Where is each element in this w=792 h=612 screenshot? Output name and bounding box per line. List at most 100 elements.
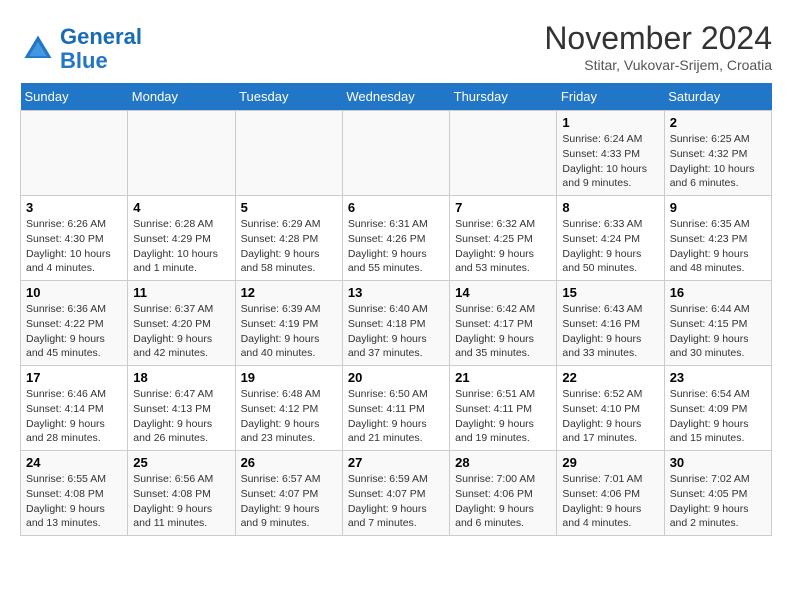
day-number: 18: [133, 370, 229, 385]
cell-info: Sunrise: 6:32 AM Sunset: 4:25 PM Dayligh…: [455, 217, 551, 276]
cell-info: Sunrise: 6:50 AM Sunset: 4:11 PM Dayligh…: [348, 387, 444, 446]
logo: General Blue: [20, 25, 142, 73]
cell-info: Sunrise: 6:51 AM Sunset: 4:11 PM Dayligh…: [455, 387, 551, 446]
calendar-cell: 10 Sunrise: 6:36 AM Sunset: 4:22 PM Dayli…: [21, 281, 128, 366]
cell-info: Sunrise: 6:33 AM Sunset: 4:24 PM Dayligh…: [562, 217, 658, 276]
cell-info: Sunrise: 6:35 AM Sunset: 4:23 PM Dayligh…: [670, 217, 766, 276]
calendar-cell: 3 Sunrise: 6:26 AM Sunset: 4:30 PM Daylig…: [21, 196, 128, 281]
calendar-cell: 18 Sunrise: 6:47 AM Sunset: 4:13 PM Dayli…: [128, 366, 235, 451]
page-header: General Blue November 2024 Stitar, Vukov…: [20, 20, 772, 73]
cell-info: Sunrise: 6:56 AM Sunset: 4:08 PM Dayligh…: [133, 472, 229, 531]
location-subtitle: Stitar, Vukovar-Srijem, Croatia: [544, 57, 772, 73]
cell-info: Sunrise: 6:48 AM Sunset: 4:12 PM Dayligh…: [241, 387, 337, 446]
cell-info: Sunrise: 6:57 AM Sunset: 4:07 PM Dayligh…: [241, 472, 337, 531]
day-number: 11: [133, 285, 229, 300]
calendar-cell: 29 Sunrise: 7:01 AM Sunset: 4:06 PM Dayli…: [557, 451, 664, 536]
weekday-header: Sunday: [21, 83, 128, 111]
cell-info: Sunrise: 6:24 AM Sunset: 4:33 PM Dayligh…: [562, 132, 658, 191]
calendar-cell: 23 Sunrise: 6:54 AM Sunset: 4:09 PM Dayli…: [664, 366, 771, 451]
cell-info: Sunrise: 6:28 AM Sunset: 4:29 PM Dayligh…: [133, 217, 229, 276]
weekday-header: Monday: [128, 83, 235, 111]
cell-info: Sunrise: 6:52 AM Sunset: 4:10 PM Dayligh…: [562, 387, 658, 446]
calendar-cell: 20 Sunrise: 6:50 AM Sunset: 4:11 PM Dayli…: [342, 366, 449, 451]
weekday-header: Wednesday: [342, 83, 449, 111]
calendar-cell: 26 Sunrise: 6:57 AM Sunset: 4:07 PM Dayli…: [235, 451, 342, 536]
day-number: 6: [348, 200, 444, 215]
calendar-table: SundayMondayTuesdayWednesdayThursdayFrid…: [20, 83, 772, 536]
calendar-week-row: 10 Sunrise: 6:36 AM Sunset: 4:22 PM Dayli…: [21, 281, 772, 366]
calendar-cell: 28 Sunrise: 7:00 AM Sunset: 4:06 PM Dayli…: [450, 451, 557, 536]
cell-info: Sunrise: 6:55 AM Sunset: 4:08 PM Dayligh…: [26, 472, 122, 531]
day-number: 25: [133, 455, 229, 470]
day-number: 3: [26, 200, 122, 215]
calendar-cell: [342, 111, 449, 196]
cell-info: Sunrise: 6:36 AM Sunset: 4:22 PM Dayligh…: [26, 302, 122, 361]
day-number: 21: [455, 370, 551, 385]
day-number: 14: [455, 285, 551, 300]
day-number: 23: [670, 370, 766, 385]
cell-info: Sunrise: 6:43 AM Sunset: 4:16 PM Dayligh…: [562, 302, 658, 361]
cell-info: Sunrise: 7:00 AM Sunset: 4:06 PM Dayligh…: [455, 472, 551, 531]
calendar-cell: 16 Sunrise: 6:44 AM Sunset: 4:15 PM Dayli…: [664, 281, 771, 366]
month-title: November 2024: [544, 20, 772, 57]
cell-info: Sunrise: 6:29 AM Sunset: 4:28 PM Dayligh…: [241, 217, 337, 276]
day-number: 22: [562, 370, 658, 385]
calendar-cell: 15 Sunrise: 6:43 AM Sunset: 4:16 PM Dayli…: [557, 281, 664, 366]
day-number: 12: [241, 285, 337, 300]
calendar-cell: 5 Sunrise: 6:29 AM Sunset: 4:28 PM Daylig…: [235, 196, 342, 281]
calendar-cell: 27Sunrise: 6:59 AM Sunset: 4:07 PM Dayli…: [342, 451, 449, 536]
calendar-cell: 9 Sunrise: 6:35 AM Sunset: 4:23 PM Daylig…: [664, 196, 771, 281]
day-number: 9: [670, 200, 766, 215]
calendar-cell: 22 Sunrise: 6:52 AM Sunset: 4:10 PM Dayli…: [557, 366, 664, 451]
calendar-week-row: 24 Sunrise: 6:55 AM Sunset: 4:08 PM Dayli…: [21, 451, 772, 536]
calendar-cell: [235, 111, 342, 196]
calendar-cell: 7 Sunrise: 6:32 AM Sunset: 4:25 PM Daylig…: [450, 196, 557, 281]
cell-info: Sunrise: 6:46 AM Sunset: 4:14 PM Dayligh…: [26, 387, 122, 446]
calendar-cell: 4 Sunrise: 6:28 AM Sunset: 4:29 PM Daylig…: [128, 196, 235, 281]
cell-info: Sunrise: 6:44 AM Sunset: 4:15 PM Dayligh…: [670, 302, 766, 361]
day-number: 7: [455, 200, 551, 215]
day-number: 15: [562, 285, 658, 300]
cell-info: Sunrise: 7:01 AM Sunset: 4:06 PM Dayligh…: [562, 472, 658, 531]
calendar-cell: 25 Sunrise: 6:56 AM Sunset: 4:08 PM Dayli…: [128, 451, 235, 536]
calendar-week-row: 17 Sunrise: 6:46 AM Sunset: 4:14 PM Dayli…: [21, 366, 772, 451]
cell-info: Sunrise: 6:59 AM Sunset: 4:07 PM Dayligh…: [348, 472, 444, 531]
day-number: 16: [670, 285, 766, 300]
day-number: 30: [670, 455, 766, 470]
day-number: 29: [562, 455, 658, 470]
day-number: 2: [670, 115, 766, 130]
day-number: 24: [26, 455, 122, 470]
calendar-header-row: SundayMondayTuesdayWednesdayThursdayFrid…: [21, 83, 772, 111]
day-number: 20: [348, 370, 444, 385]
calendar-cell: 11Sunrise: 6:37 AM Sunset: 4:20 PM Dayli…: [128, 281, 235, 366]
weekday-header: Tuesday: [235, 83, 342, 111]
calendar-cell: 19Sunrise: 6:48 AM Sunset: 4:12 PM Dayli…: [235, 366, 342, 451]
day-number: 1: [562, 115, 658, 130]
logo-text: General Blue: [60, 25, 142, 73]
day-number: 26: [241, 455, 337, 470]
calendar-cell: 30Sunrise: 7:02 AM Sunset: 4:05 PM Dayli…: [664, 451, 771, 536]
calendar-cell: 17 Sunrise: 6:46 AM Sunset: 4:14 PM Dayli…: [21, 366, 128, 451]
calendar-cell: [128, 111, 235, 196]
day-number: 10: [26, 285, 122, 300]
calendar-cell: [450, 111, 557, 196]
calendar-week-row: 3 Sunrise: 6:26 AM Sunset: 4:30 PM Daylig…: [21, 196, 772, 281]
calendar-cell: 21 Sunrise: 6:51 AM Sunset: 4:11 PM Dayli…: [450, 366, 557, 451]
weekday-header: Saturday: [664, 83, 771, 111]
cell-info: Sunrise: 6:31 AM Sunset: 4:26 PM Dayligh…: [348, 217, 444, 276]
weekday-header: Friday: [557, 83, 664, 111]
cell-info: Sunrise: 6:26 AM Sunset: 4:30 PM Dayligh…: [26, 217, 122, 276]
calendar-cell: 14 Sunrise: 6:42 AM Sunset: 4:17 PM Dayli…: [450, 281, 557, 366]
day-number: 28: [455, 455, 551, 470]
calendar-cell: 24 Sunrise: 6:55 AM Sunset: 4:08 PM Dayli…: [21, 451, 128, 536]
day-number: 4: [133, 200, 229, 215]
cell-info: Sunrise: 6:40 AM Sunset: 4:18 PM Dayligh…: [348, 302, 444, 361]
cell-info: Sunrise: 6:54 AM Sunset: 4:09 PM Dayligh…: [670, 387, 766, 446]
cell-info: Sunrise: 6:47 AM Sunset: 4:13 PM Dayligh…: [133, 387, 229, 446]
day-number: 5: [241, 200, 337, 215]
weekday-header: Thursday: [450, 83, 557, 111]
day-number: 17: [26, 370, 122, 385]
calendar-week-row: 1 Sunrise: 6:24 AM Sunset: 4:33 PM Daylig…: [21, 111, 772, 196]
calendar-cell: 6 Sunrise: 6:31 AM Sunset: 4:26 PM Daylig…: [342, 196, 449, 281]
cell-info: Sunrise: 6:42 AM Sunset: 4:17 PM Dayligh…: [455, 302, 551, 361]
